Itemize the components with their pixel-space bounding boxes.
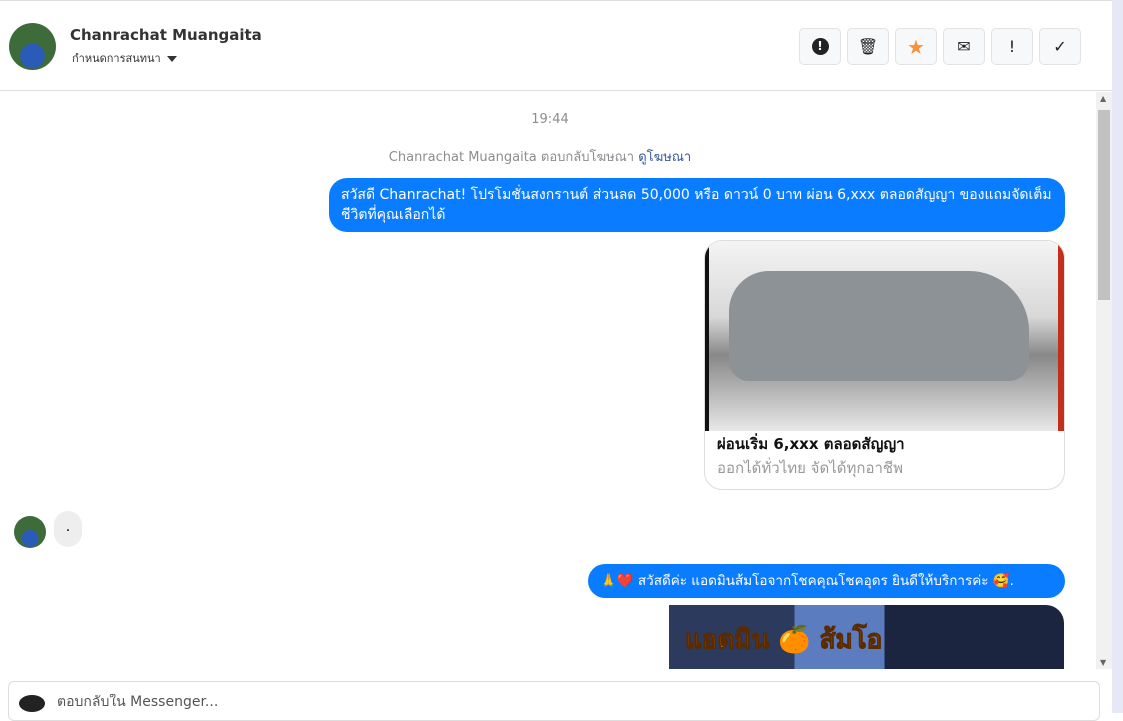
- avatar[interactable]: [9, 23, 56, 70]
- star-button[interactable]: ★: [895, 28, 937, 65]
- admin-banner-image: แอดมิน 🍊 ส้มโอ: [615, 605, 1064, 669]
- outgoing-message: สวัสดี Chanrachat! โปรโมชั่นสงกรานต์ ส่ว…: [329, 178, 1065, 232]
- mark-spam-button[interactable]: !: [799, 28, 841, 65]
- card-description: ออกได้ทั่วไทย จัดได้ทุกอาชีพ: [717, 459, 903, 477]
- envelope-icon: ✉: [957, 37, 971, 56]
- contact-avatar: [14, 516, 46, 548]
- page-avatar: [19, 695, 45, 712]
- ad-card[interactable]: ผ่อนเริ่ม 6,xxx ตลอดสัญญา ออกได้ทั่วไทย …: [704, 240, 1065, 490]
- mark-done-button[interactable]: ✓: [1039, 28, 1081, 65]
- delete-button[interactable]: 🗑: [847, 28, 889, 65]
- scroll-down-icon[interactable]: ▼: [1100, 658, 1106, 667]
- view-ad-link[interactable]: ดูโฆษณา: [638, 150, 691, 165]
- reply-input[interactable]: [57, 694, 957, 710]
- outgoing-message-greeting: 🙏❤️ สวัสดีค่ะ แอดมินส้มโอจากโชคคุณโชคอุด…: [588, 564, 1065, 598]
- conversation-header: Chanrachat Muangaita กำหนดการสนทนา ! 🗑 ★…: [0, 3, 1112, 91]
- scroll-up-icon[interactable]: ▲: [1100, 94, 1106, 103]
- caret-down-icon: [166, 56, 177, 62]
- conversation-settings-dropdown[interactable]: กำหนดการสนทนา: [72, 49, 177, 67]
- trash-icon: 🗑: [857, 37, 879, 56]
- check-icon: ✓: [1053, 37, 1067, 56]
- exclamation-icon: !: [1008, 37, 1016, 56]
- incoming-message: .: [54, 511, 82, 547]
- composer: [8, 681, 1100, 721]
- conversation-settings-label: กำหนดการสนทนา: [72, 52, 161, 65]
- action-toolbar: ! 🗑 ★ ✉ ! ✓: [799, 28, 1081, 65]
- scrollbar[interactable]: ▲ ▼: [1096, 92, 1112, 669]
- timestamp: 19:44: [531, 112, 569, 127]
- window-edge: [1112, 0, 1123, 713]
- follow-up-button[interactable]: !: [991, 28, 1033, 65]
- contact-name[interactable]: Chanrachat Muangaita: [70, 26, 262, 44]
- alert-circle-icon: !: [811, 38, 829, 55]
- mark-unread-button[interactable]: ✉: [943, 28, 985, 65]
- card-title: ผ่อนเริ่ม 6,xxx ตลอดสัญญา: [717, 435, 905, 453]
- ad-reply-text: Chanrachat Muangaita ตอบกลับโฆษณา: [388, 150, 635, 165]
- ad-reply-note: Chanrachat Muangaita ตอบกลับโฆษณา ดูโฆษณ…: [0, 146, 1080, 167]
- star-icon: ★: [907, 34, 925, 59]
- banner-text: แอดมิน 🍊 ส้มโอ: [684, 625, 883, 656]
- message-thread: 19:44 Chanrachat Muangaita ตอบกลับโฆษณา …: [0, 92, 1096, 669]
- scroll-thumb[interactable]: [1098, 110, 1110, 300]
- car-image: [705, 241, 1064, 431]
